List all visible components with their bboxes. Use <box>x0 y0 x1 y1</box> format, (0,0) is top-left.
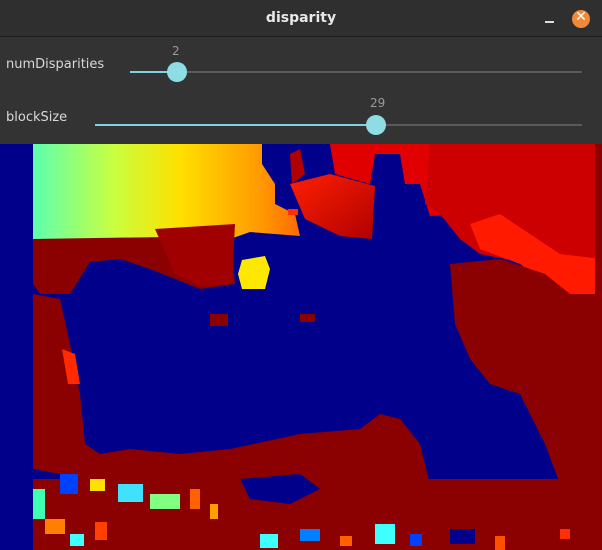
disparity-map <box>0 144 602 550</box>
slider-handle-numdisparities[interactable] <box>167 62 187 82</box>
window-title: disparity <box>265 10 337 26</box>
slider-handle-blocksize[interactable] <box>366 115 386 135</box>
trackbar-blocksize[interactable] <box>95 115 582 135</box>
trackbar-label-blocksize: blockSize <box>6 110 68 125</box>
disparity-image <box>0 144 602 550</box>
app-window: disparity ✕ numDisparities 2 blockSize 2… <box>0 0 602 550</box>
close-icon: ✕ <box>575 9 587 25</box>
title-bar: disparity ✕ <box>0 0 602 37</box>
trackbar-numdisparities[interactable] <box>130 62 582 82</box>
trackbar-value-numdisparities: 2 <box>172 44 180 58</box>
trackbar-panel: numDisparities 2 blockSize 29 <box>0 38 602 144</box>
close-button[interactable]: ✕ <box>572 9 590 28</box>
trackbar-value-blocksize: 29 <box>370 96 386 110</box>
trackbar-fill <box>95 124 376 126</box>
trackbar-label-numdisparities: numDisparities <box>6 57 105 72</box>
minimize-button[interactable] <box>541 9 559 27</box>
minimize-icon <box>545 21 554 23</box>
